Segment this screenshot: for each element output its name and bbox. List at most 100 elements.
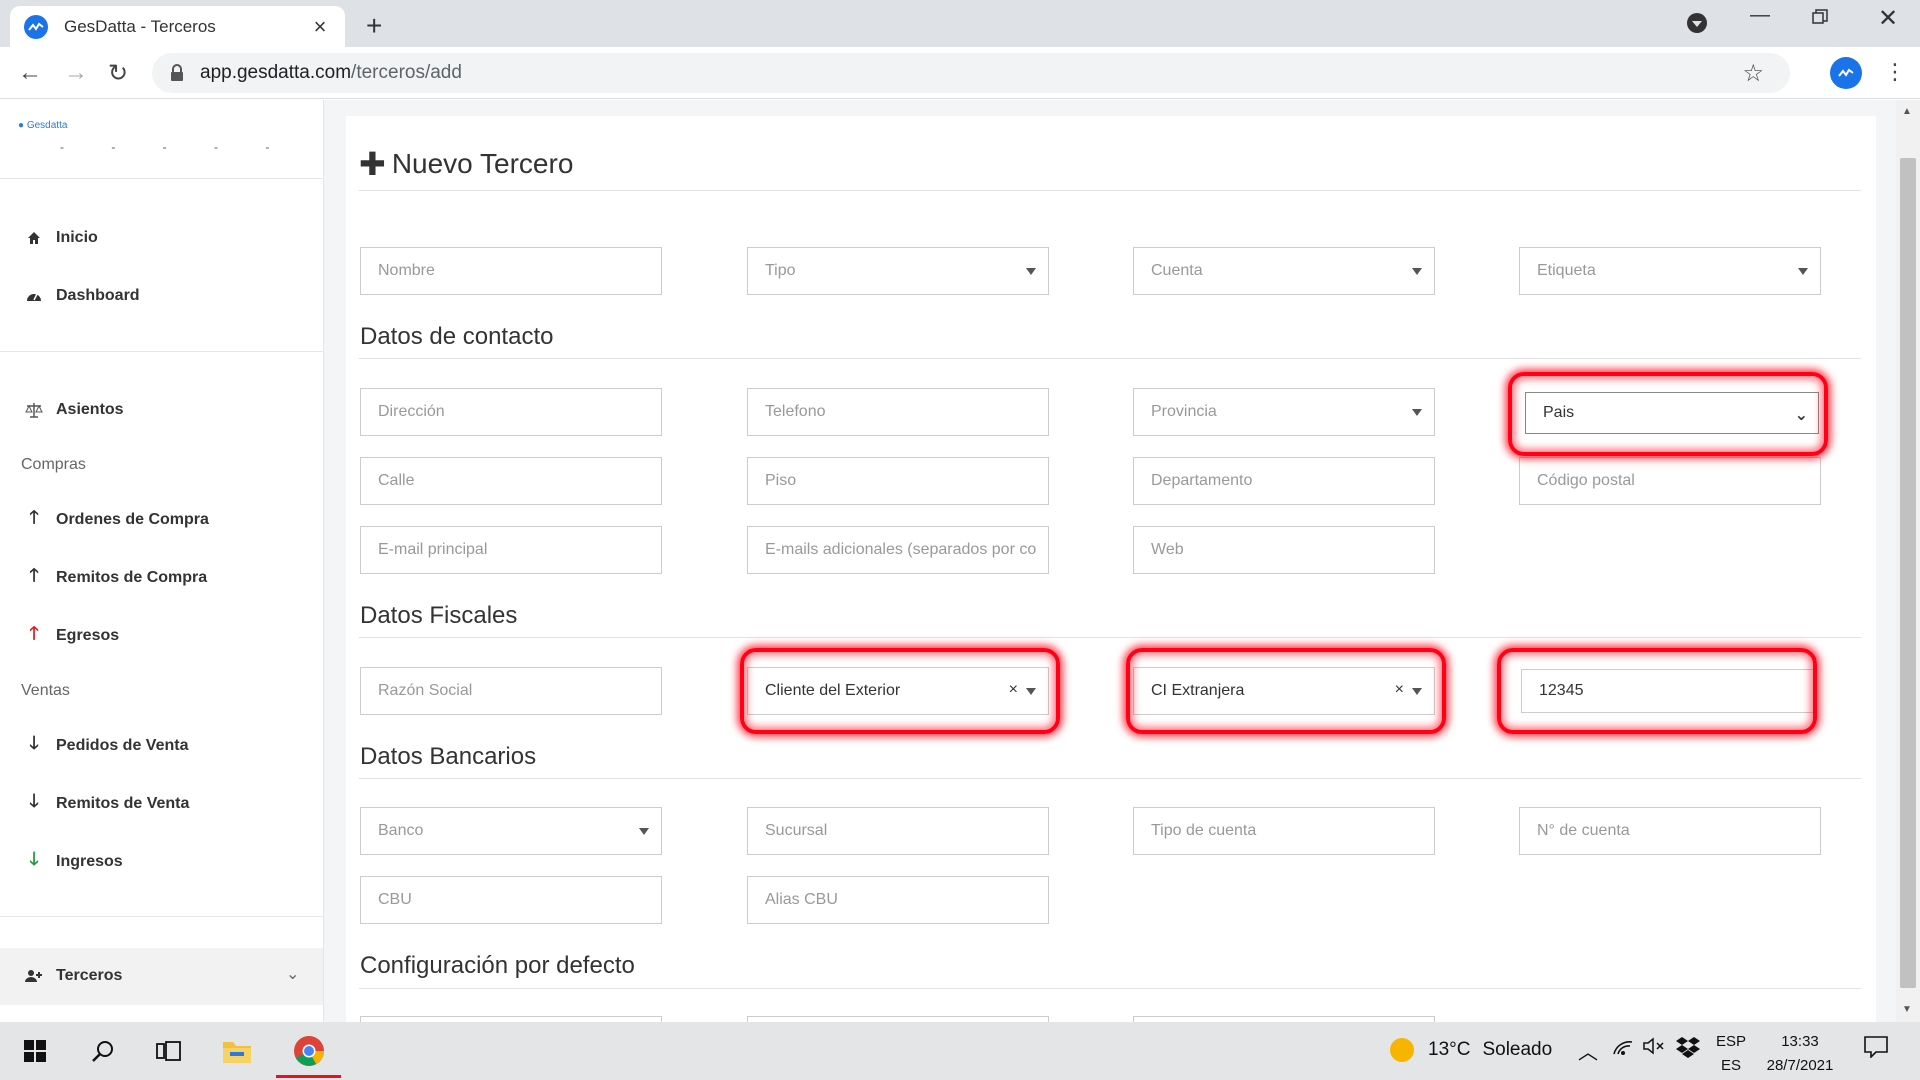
tab-search-icon[interactable]: [1686, 12, 1708, 40]
sucursal-input[interactable]: Sucursal: [747, 807, 1049, 855]
logo-subtitle-icon: - - - - -: [60, 140, 292, 154]
numero-de-cuenta-input[interactable]: N° de cuenta: [1519, 807, 1821, 855]
windows-start-icon[interactable]: [20, 1036, 50, 1066]
browser-menu-icon[interactable]: ⋮: [1884, 59, 1906, 85]
sidebar-item-label: Terceros: [56, 967, 123, 984]
sidebar-item-label: Dashboard: [56, 287, 140, 304]
wifi-icon[interactable]: [1612, 1036, 1634, 1062]
sidebar-item-dashboard[interactable]: Dashboard: [24, 286, 140, 306]
calle-input[interactable]: Calle: [360, 457, 662, 505]
condicion-fiscal-select[interactable]: Cliente del Exterior ×: [747, 667, 1049, 715]
sidebar-item-remitos-de-compra[interactable]: 🡑 Remitos de Compra: [24, 565, 208, 588]
arrow-down-icon: 🡓: [29, 733, 39, 753]
sidebar-item-ingresos[interactable]: 🡓 Ingresos: [24, 849, 122, 872]
notifications-icon[interactable]: [1864, 1036, 1888, 1064]
profile-avatar[interactable]: [1830, 57, 1862, 89]
browser-tab[interactable]: GesDatta - Terceros ×: [10, 6, 345, 47]
caret-down-icon: [1798, 268, 1808, 275]
reload-icon[interactable]: ↻: [108, 59, 128, 88]
user-plus-icon: [24, 966, 44, 986]
scrollbar-thumb[interactable]: [1900, 158, 1916, 988]
minimize-icon[interactable]: —: [1750, 4, 1770, 27]
back-icon[interactable]: ←: [18, 59, 42, 87]
piso-input[interactable]: Piso: [747, 457, 1049, 505]
scroll-up-icon[interactable]: ▲: [1902, 106, 1912, 117]
section-datos-fiscales: Datos Fiscales: [360, 602, 518, 629]
sidebar-item-asientos[interactable]: Asientos: [24, 400, 124, 420]
search-icon[interactable]: [88, 1036, 118, 1066]
arrow-up-red-icon: 🡑: [29, 623, 39, 643]
sun-icon: [1390, 1038, 1414, 1062]
section-divider: [359, 778, 1861, 779]
chevron-up-icon[interactable]: ︿: [1578, 1036, 1598, 1065]
section-datos-de-contacto: Datos de contacto: [360, 323, 554, 350]
sidebar-item-terceros[interactable]: Terceros: [24, 966, 122, 986]
tipo-select[interactable]: Tipo: [747, 247, 1049, 295]
weather-widget[interactable]: 13°C Soleado: [1390, 1038, 1552, 1062]
sidebar-item-egresos[interactable]: 🡑 Egresos: [24, 623, 119, 646]
sidebar-item-label: Remitos de Compra: [56, 569, 208, 586]
sidebar: ● Gesdatta - - - - - Inicio Dashboard As…: [0, 100, 324, 1022]
url-input[interactable]: app.gesdatta.com/terceros/add ☆: [152, 53, 1790, 93]
provincia-select[interactable]: Provincia: [1133, 388, 1435, 436]
chrome-icon[interactable]: [292, 1034, 326, 1068]
plus-icon: ✚: [359, 146, 386, 182]
arrow-up-icon: 🡑: [29, 565, 39, 585]
email-principal-input[interactable]: E-mail principal: [360, 526, 662, 574]
section-divider: [359, 988, 1861, 989]
caret-down-icon: [1412, 688, 1422, 695]
direccion-input[interactable]: Dirección: [360, 388, 662, 436]
tipo-documento-select[interactable]: CI Extranjera ×: [1133, 667, 1435, 715]
clear-icon[interactable]: ×: [1009, 681, 1018, 699]
system-clock[interactable]: 13:33 28/7/2021: [1760, 1030, 1840, 1078]
section-divider: [359, 358, 1861, 359]
title-divider: [359, 190, 1861, 191]
clear-icon[interactable]: ×: [1395, 681, 1404, 699]
chevron-down-icon[interactable]: ⌄: [286, 964, 299, 984]
etiqueta-select[interactable]: Etiqueta: [1519, 247, 1821, 295]
tab-close-icon[interactable]: ×: [309, 14, 331, 40]
scroll-down-icon[interactable]: ▼: [1902, 1004, 1912, 1015]
sidebar-item-ordenes-de-compra[interactable]: 🡑 Ordenes de Compra: [24, 507, 209, 530]
alias-cbu-input[interactable]: Alias CBU: [747, 876, 1049, 924]
language-indicator[interactable]: ESP ES: [1716, 1030, 1746, 1078]
sidebar-item-label: Ordenes de Compra: [56, 511, 209, 528]
arrow-down-green-icon: 🡓: [29, 849, 39, 869]
active-app-indicator: [276, 1075, 341, 1078]
temperature: 13°C: [1428, 1039, 1471, 1060]
sidebar-item-label: Pedidos de Venta: [56, 737, 189, 754]
close-window-icon[interactable]: ✕: [1878, 4, 1898, 33]
section-datos-bancarios: Datos Bancarios: [360, 743, 537, 770]
sidebar-item-remitos-de-venta[interactable]: 🡓 Remitos de Venta: [24, 791, 189, 814]
home-icon: [24, 228, 44, 248]
chevron-down-icon: ⌄: [1794, 407, 1808, 424]
banco-select[interactable]: Banco: [360, 807, 662, 855]
web-input[interactable]: Web: [1133, 526, 1435, 574]
nombre-input[interactable]: Nombre: [360, 247, 662, 295]
razon-social-input[interactable]: Razón Social: [360, 667, 662, 715]
balance-scale-icon: [24, 400, 44, 420]
gesdatta-favicon-icon: [24, 14, 48, 39]
forward-icon[interactable]: →: [64, 59, 88, 87]
speaker-muted-icon[interactable]: [1642, 1036, 1666, 1062]
task-view-icon[interactable]: [154, 1036, 184, 1066]
telefono-input[interactable]: Telefono: [747, 388, 1049, 436]
sidebar-divider: [0, 916, 323, 917]
emails-adicionales-input[interactable]: E-mails adicionales (separados por co: [747, 526, 1049, 574]
sidebar-item-pedidos-de-venta[interactable]: 🡓 Pedidos de Venta: [24, 733, 189, 756]
codigo-postal-input[interactable]: Código postal: [1519, 457, 1821, 505]
bookmark-star-icon[interactable]: ☆: [1742, 59, 1764, 88]
sidebar-item-inicio[interactable]: Inicio: [24, 228, 98, 248]
pais-select[interactable]: Pais ⌄: [1525, 392, 1819, 434]
tab-title: GesDatta - Terceros: [64, 16, 216, 36]
restore-icon[interactable]: [1812, 8, 1828, 31]
cbu-input[interactable]: CBU: [360, 876, 662, 924]
file-explorer-icon[interactable]: [222, 1036, 252, 1066]
cuenta-select[interactable]: Cuenta: [1133, 247, 1435, 295]
dropbox-icon[interactable]: [1676, 1036, 1700, 1064]
numero-documento-input[interactable]: 12345: [1521, 669, 1817, 713]
tipo-de-cuenta-input[interactable]: Tipo de cuenta: [1133, 807, 1435, 855]
departamento-input[interactable]: Departamento: [1133, 457, 1435, 505]
url-path: /terceros/add: [351, 62, 462, 83]
new-tab-button[interactable]: +: [366, 10, 382, 42]
